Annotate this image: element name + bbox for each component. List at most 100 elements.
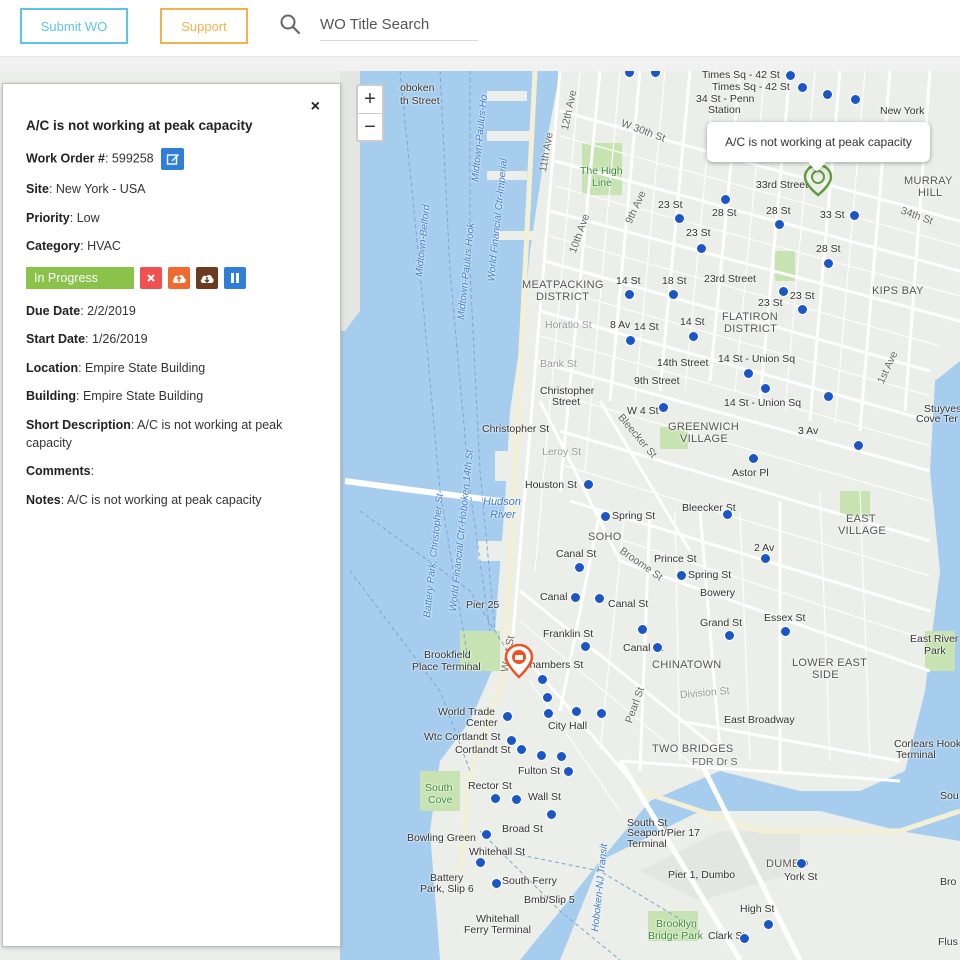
cancel-button[interactable]: [140, 267, 162, 289]
site-row: Site: New York - USA: [26, 182, 146, 196]
metro-icon: [546, 809, 557, 820]
category-value: HVAC: [87, 239, 121, 253]
metro-icon: [600, 511, 611, 522]
metro-icon: [748, 453, 759, 464]
map-label: East River: [910, 633, 959, 645]
close-icon[interactable]: ×: [311, 98, 320, 116]
map-label: Street: [552, 396, 581, 408]
map-label: 18 St: [662, 275, 687, 287]
submit-wo-button[interactable]: Submit WO: [20, 8, 128, 44]
metro-icon: [739, 933, 750, 944]
map-label: Flus: [938, 936, 958, 948]
map-label: Hudson: [483, 496, 521, 508]
map-label: 14th Street: [657, 357, 709, 369]
map-label: Essex St: [764, 612, 806, 624]
metro-icon: [652, 642, 663, 653]
map-label: th Street: [400, 95, 440, 107]
metro-icon: [696, 243, 707, 254]
map-label: 14 St: [616, 275, 641, 287]
metro-icon: [850, 94, 861, 105]
notes-value: A/C is not working at peak capacity: [67, 493, 262, 507]
map-label: 33rd Street: [756, 179, 808, 191]
metro-icon: [676, 570, 687, 581]
metro-icon: [580, 641, 591, 652]
map-label: Brooklyn: [656, 918, 697, 930]
wo-title-search-input[interactable]: [320, 8, 478, 41]
map-label: Sou: [940, 790, 959, 802]
status-row: In Progress: [26, 267, 246, 289]
map-label: Cortlandt St: [455, 744, 511, 756]
map-label: Place Terminal: [412, 661, 481, 673]
map-label: Pier 25: [466, 599, 500, 611]
work-order-title: A/C is not working at peak capacity: [26, 118, 253, 133]
map-label: Center: [466, 717, 498, 729]
map-label: 23rd Street: [704, 273, 756, 285]
metro-icon: [537, 674, 548, 685]
map-label: EAST: [846, 513, 876, 525]
building-row: Building: Empire State Building: [26, 389, 204, 403]
map-label: 28 St: [712, 207, 737, 219]
start-date-value: 1/26/2019: [92, 332, 148, 346]
metro-icon: [823, 391, 834, 402]
marker-tooltip: A/C is not working at peak capacity: [707, 122, 930, 162]
pause-icon: [231, 273, 239, 283]
map-label: High St: [740, 903, 775, 915]
metro-icon: [796, 858, 807, 869]
map-label: VILLAGE: [680, 433, 728, 445]
map-label: Line: [592, 177, 612, 189]
download-button[interactable]: [196, 267, 218, 289]
location-value: Empire State Building: [85, 361, 206, 375]
map-label: Wall St: [528, 791, 561, 803]
upload-button[interactable]: [168, 267, 190, 289]
map-label: MURRAY: [904, 175, 953, 187]
location-row: Location: Empire State Building: [26, 361, 206, 375]
map-label: The High: [580, 165, 623, 177]
map-label: Bro: [940, 876, 957, 888]
zoom-out-button[interactable]: −: [358, 113, 382, 141]
metro-icon: [571, 706, 582, 717]
map-label: Leroy St: [542, 446, 582, 458]
map-label: GREENWICH: [668, 421, 740, 433]
metro-icon: [624, 289, 635, 300]
metro-icon: [720, 194, 731, 205]
map-label: Horatio St: [545, 319, 592, 331]
zoom-in-button[interactable]: +: [358, 86, 382, 113]
map-label: South Ferry: [502, 875, 557, 887]
map-label: Bowery: [700, 587, 736, 599]
metro-icon: [797, 304, 808, 315]
metro-icon: [778, 286, 789, 297]
metro-icon: [542, 692, 553, 703]
map-label: 23 St: [758, 297, 783, 309]
map-label: KIPS BAY: [872, 285, 924, 297]
metro-icon: [822, 89, 833, 100]
due-date-row: Due Date: 2/2/2019: [26, 304, 136, 318]
map-label: Cove: [428, 794, 453, 806]
metro-icon: [625, 335, 636, 346]
edit-button[interactable]: [161, 148, 185, 170]
short-description-row: Short Description: A/C is not working at…: [26, 418, 283, 450]
edit-icon: [166, 154, 179, 165]
map-label: Bank St: [540, 358, 577, 370]
map-label: Park: [924, 645, 946, 657]
map-label: SIDE: [812, 669, 839, 681]
comments-row: Comments:: [26, 464, 95, 478]
work-order-number-row: Work Order #: 599258: [26, 148, 316, 170]
map-label: W 4 St: [627, 405, 659, 417]
map-pin-icon[interactable]: [504, 643, 534, 679]
metro-icon: [849, 210, 860, 221]
metro-icon: [724, 630, 735, 641]
site-value: New York - USA: [55, 182, 146, 196]
map-label: oboken: [400, 82, 435, 94]
metro-icon: [594, 593, 605, 604]
map-label: Station: [708, 104, 741, 116]
map-label: 14 St - Union Sq: [718, 353, 796, 365]
metro-icon: [760, 383, 771, 394]
search-icon[interactable]: [278, 12, 302, 36]
map-label: New York: [880, 105, 925, 117]
map-label: 14 St: [680, 316, 705, 328]
metro-icon: [743, 368, 754, 379]
map-label: Cove Ter: [916, 413, 958, 425]
map-label: 23 St: [686, 227, 711, 239]
support-button[interactable]: Support: [160, 8, 248, 44]
pause-button[interactable]: [224, 267, 246, 289]
